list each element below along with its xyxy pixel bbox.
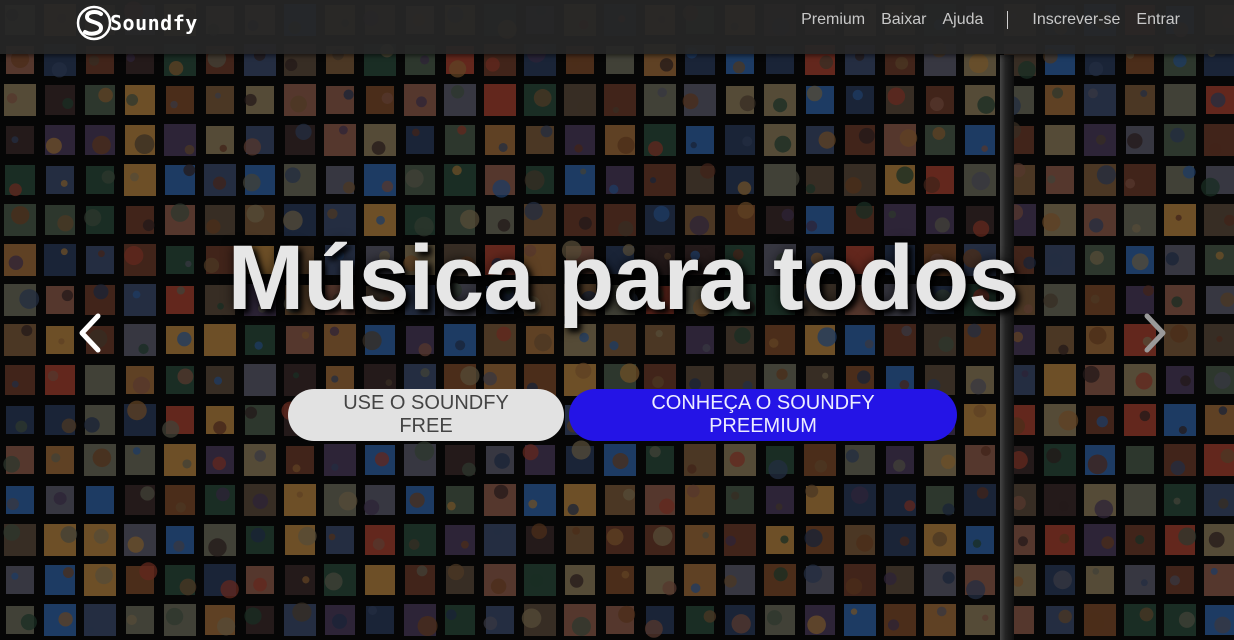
carousel-prev-button[interactable] — [72, 312, 108, 354]
conheca-soundfy-premium-button[interactable]: CONHEÇA O SOUNDFY PREEMIUM — [569, 389, 957, 441]
nav-link-inscrever-se[interactable]: Inscrever-se — [1032, 11, 1120, 29]
nav-separator — [1007, 11, 1009, 29]
chevron-right-icon — [1144, 313, 1166, 353]
nav-link-premium[interactable]: Premium — [801, 11, 865, 29]
chevron-left-icon — [79, 313, 101, 353]
brand-name: Soundfy — [110, 11, 198, 35]
nav-link-entrar[interactable]: Entrar — [1136, 11, 1180, 29]
brand-home-link[interactable]: Soundfy — [76, 3, 198, 43]
nav-link-baixar[interactable]: Baixar — [881, 11, 926, 29]
soundfy-s-logo-icon — [76, 5, 112, 41]
page: Soundfy Premium Baixar Ajuda Inscrever-s… — [0, 0, 1234, 640]
nav-link-ajuda[interactable]: Ajuda — [942, 11, 983, 29]
top-navbar: Soundfy Premium Baixar Ajuda Inscrever-s… — [0, 0, 1234, 54]
hero-cta-row: USE O SOUNDFY FREE CONHEÇA O SOUNDFY PRE… — [288, 389, 957, 441]
carousel-next-button[interactable] — [1137, 312, 1173, 354]
use-soundfy-free-button[interactable]: USE O SOUNDFY FREE — [288, 389, 564, 441]
nav-links: Premium Baixar Ajuda Inscrever-se Entrar — [785, 0, 1180, 40]
hero-title: Música para todos — [227, 227, 1020, 329]
